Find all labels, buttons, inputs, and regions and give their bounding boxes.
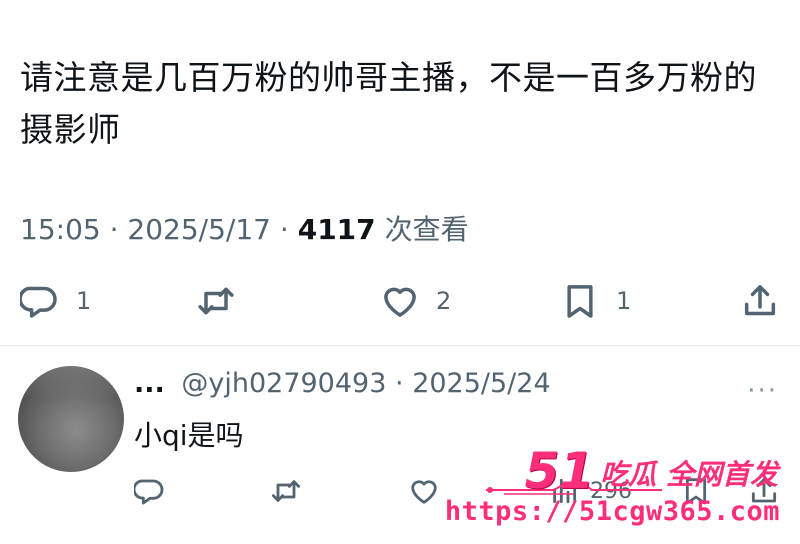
reply-icon [20, 286, 57, 318]
retweet-button[interactable] [270, 466, 302, 516]
reply-count: 1 [76, 287, 92, 315]
tweet-meta: 15:05 · 2025/5/17 · 4117 次查看 [20, 208, 469, 248]
meta-separator: · [279, 213, 289, 246]
heart-icon [411, 480, 437, 504]
reply-text: 小qi是吗 [134, 419, 244, 452]
share-icon [751, 478, 777, 503]
meta-separator: · [395, 368, 404, 399]
reply-date[interactable]: 2025/5/24 [412, 368, 550, 399]
like-button[interactable]: 2 [380, 276, 451, 326]
views-label: 次查看 [384, 213, 469, 246]
tweet-text: 请注意是几百万粉的帅哥主播，不是一百多万粉的摄影师 [20, 58, 757, 149]
bookmark-icon [685, 478, 707, 505]
share-icon [744, 285, 776, 316]
heart-icon [384, 287, 416, 317]
share-button[interactable] [740, 276, 780, 326]
reply-button[interactable] [134, 466, 166, 516]
tweet-time[interactable]: 15:05 [20, 213, 101, 246]
like-button[interactable] [408, 466, 440, 516]
meta-separator: · [109, 213, 119, 246]
tweet-date[interactable]: 2025/5/17 [127, 213, 271, 246]
reply-views-count: 296 [590, 478, 632, 504]
reply-tweet[interactable]: ... @yjh02790493 · 2025/5/24 ··· 小qi是吗 2… [0, 346, 800, 544]
bookmark-count: 1 [616, 287, 632, 315]
reply-header: ... @yjh02790493 · 2025/5/24 [134, 368, 551, 399]
avatar[interactable] [18, 366, 124, 472]
retweet-icon [198, 287, 234, 315]
like-count: 2 [436, 287, 452, 315]
reply-actions: 296 [0, 466, 800, 506]
views-button[interactable]: 296 [548, 466, 632, 516]
reply-handle[interactable]: @yjh02790493 [181, 368, 386, 399]
share-button[interactable] [748, 466, 780, 516]
bookmark-icon [567, 285, 593, 318]
reply-button[interactable]: 1 [20, 276, 91, 326]
reply-icon [134, 479, 164, 505]
analytics-icon [553, 478, 577, 504]
retweet-button[interactable] [196, 276, 252, 326]
more-options-icon[interactable]: ··· [747, 376, 778, 406]
bookmark-button[interactable] [680, 466, 712, 516]
retweet-icon [271, 480, 301, 502]
reply-author-name[interactable]: ... [134, 368, 165, 399]
views-count: 4117 [297, 213, 376, 246]
tweet-actions: 1 2 1 [0, 276, 800, 326]
bookmark-button[interactable]: 1 [560, 276, 631, 326]
